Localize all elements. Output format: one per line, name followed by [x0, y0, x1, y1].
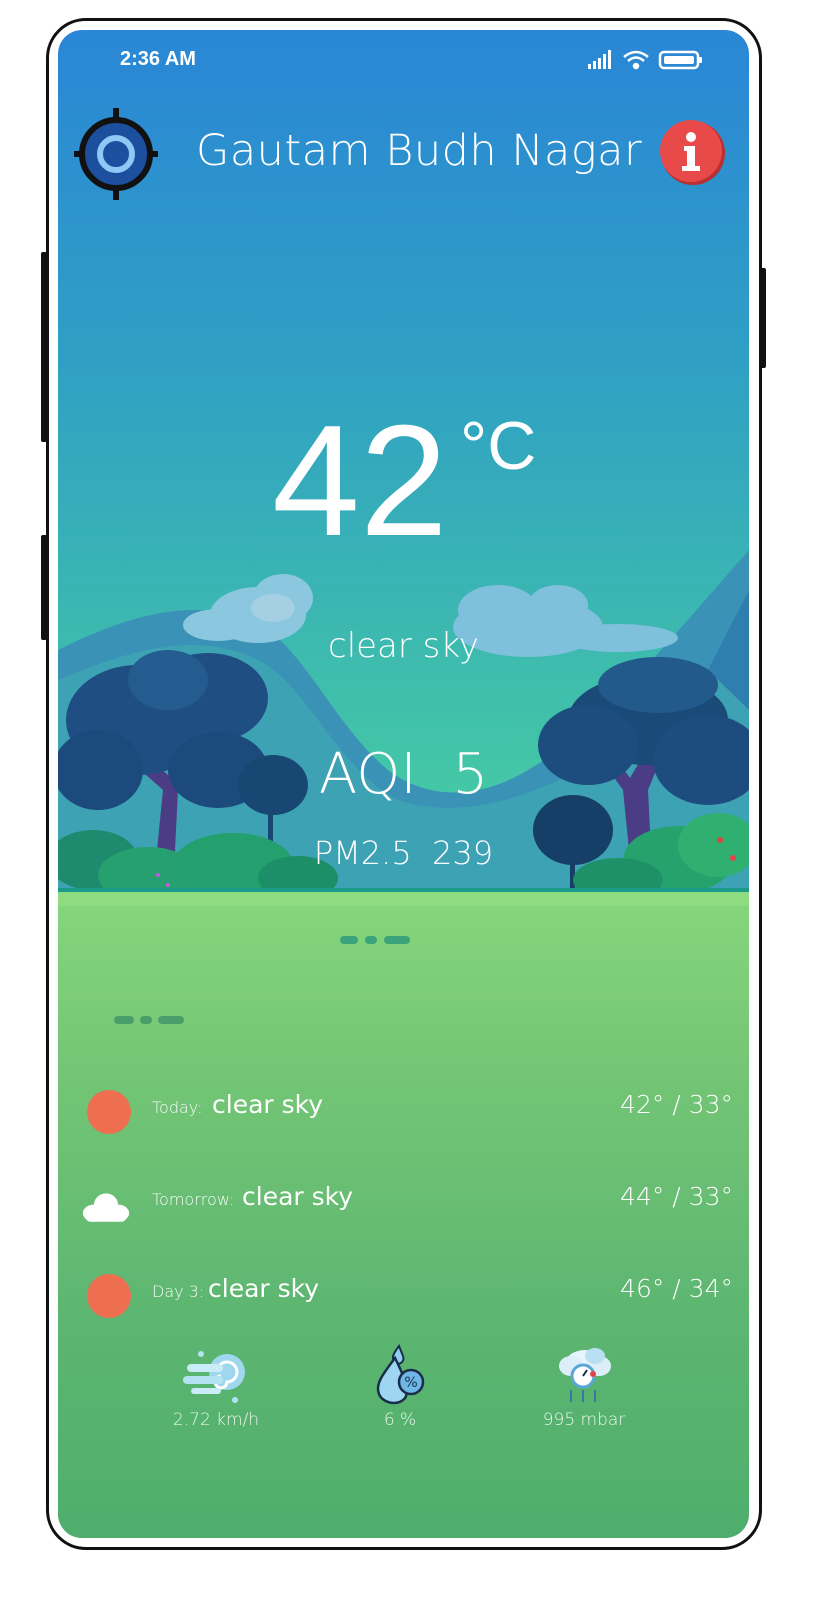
pm25-value: 239	[432, 834, 494, 872]
forecast-day-label: Today:	[152, 1098, 203, 1117]
forecast-row-day3[interactable]: Day 3: clear sky 46° / 34°	[58, 1264, 749, 1324]
side-button	[760, 268, 766, 368]
cloud-icon	[82, 1193, 130, 1222]
forecast-temps: 42° / 33°	[620, 1090, 733, 1119]
wifi-icon	[623, 50, 649, 70]
section-dots	[114, 1016, 186, 1026]
aqi-label: AQI	[318, 742, 417, 807]
sun-icon	[87, 1090, 131, 1134]
forecast-row-today[interactable]: Today: clear sky 42° / 33°	[58, 1080, 749, 1140]
sun-icon	[87, 1274, 131, 1318]
section-dot	[158, 1016, 184, 1024]
pm25-display: PM2.5 239	[58, 834, 749, 872]
battery-icon	[658, 50, 702, 70]
grass-strip	[58, 892, 749, 906]
crosshair-location-icon[interactable]	[74, 108, 158, 200]
forecast-condition: clear sky	[208, 1274, 320, 1303]
wind-icon	[183, 1351, 245, 1403]
temperature-unit: °C	[460, 408, 537, 484]
forecast-day-label: Day 3:	[152, 1282, 205, 1301]
temperature-value: 42	[272, 393, 448, 569]
app-screen: 2:36 AM Gautam Budh Nagar 42 °C clear sk	[58, 30, 749, 1538]
svg-text:%: %	[404, 1375, 417, 1391]
aqi-value: 5	[452, 742, 489, 807]
section-dot	[140, 1016, 152, 1024]
current-condition: clear sky	[328, 626, 479, 666]
pager-dot	[340, 936, 358, 944]
forecast-panel: Today: clear sky 42° / 33° Tomorrow: cle…	[58, 892, 749, 1538]
info-icon[interactable]	[660, 120, 726, 186]
forecast-temps: 46° / 34°	[620, 1274, 733, 1303]
pressure-gauge-icon	[559, 1348, 611, 1402]
status-icons	[588, 50, 702, 70]
forecast-condition: clear sky	[242, 1182, 354, 1211]
signal-icon	[588, 50, 611, 69]
status-time: 2:36 AM	[120, 48, 196, 70]
wind-stat: 2.72 km/h	[146, 1344, 286, 1430]
aqi-display: AQI 5	[58, 742, 749, 807]
pager-dot	[365, 936, 377, 944]
pressure-stat: 995 mbar	[514, 1344, 654, 1430]
pager-dots[interactable]	[340, 936, 410, 946]
wind-value: 2.72 km/h	[172, 1410, 260, 1430]
forecast-condition: clear sky	[212, 1090, 324, 1119]
side-button	[41, 252, 47, 442]
forecast-day-label: Tomorrow:	[152, 1190, 235, 1209]
pm25-label: PM2.5	[313, 834, 412, 872]
city-title: Gautam Budh Nagar	[196, 126, 643, 176]
forecast-temps: 44° / 33°	[620, 1182, 733, 1211]
side-button	[41, 535, 47, 640]
section-dot	[114, 1016, 134, 1024]
humidity-stat: % 6 %	[330, 1344, 470, 1430]
humidity-value: 6 %	[383, 1410, 417, 1430]
forecast-row-tomorrow[interactable]: Tomorrow: clear sky 44° / 33°	[58, 1172, 749, 1232]
pager-dot	[384, 936, 410, 944]
humidity-drop-icon: %	[376, 1344, 425, 1405]
pressure-value: 995 mbar	[542, 1410, 626, 1430]
